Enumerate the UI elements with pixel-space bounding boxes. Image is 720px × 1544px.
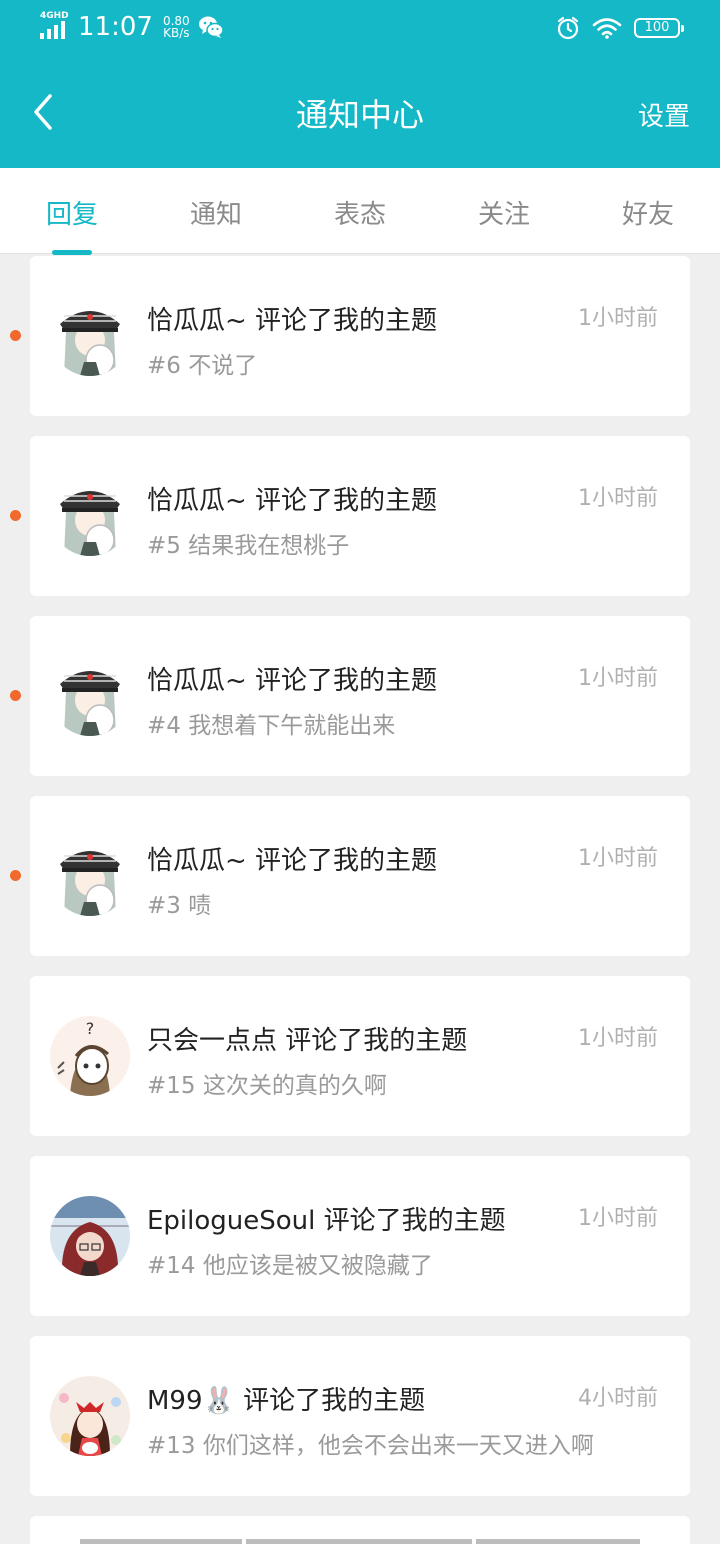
- avatar-anime-cap-icon: [50, 296, 130, 376]
- tab-notice[interactable]: 通知: [156, 194, 276, 231]
- avatar-shrine-girl-icon: [50, 1376, 130, 1456]
- item-subtitle: #6 不说了: [147, 353, 258, 379]
- item-time: 1小时前: [578, 846, 658, 871]
- app-bar: 通知中心 设置: [0, 60, 720, 168]
- avatar[interactable]: [50, 1196, 130, 1276]
- item-subtitle: #13 你们这样，他会不会出来一天又进入啊: [147, 1433, 594, 1459]
- partial-content: [80, 1539, 640, 1544]
- list-item-partial[interactable]: [30, 1516, 690, 1544]
- item-time: 1小时前: [578, 1206, 658, 1231]
- item-title: 恰瓜瓜~ 评论了我的主题: [147, 306, 438, 336]
- svg-text:?: ?: [86, 1019, 95, 1038]
- item-subtitle: #14 他应该是被又被隐藏了: [147, 1253, 433, 1279]
- clock: 11:07: [78, 12, 153, 42]
- network-type: 4GHD: [40, 11, 69, 21]
- battery-level: 100: [644, 20, 670, 35]
- avatar[interactable]: ?: [50, 1016, 130, 1096]
- avatar-anime-cap-icon: [50, 476, 130, 556]
- item-subtitle: #4 我想着下午就能出来: [147, 713, 396, 739]
- avatar-red-hair-icon: [50, 1196, 130, 1276]
- item-subtitle: #3 啧: [147, 893, 212, 919]
- tab-indicator: [52, 250, 92, 255]
- list-item[interactable]: 恰瓜瓜~ 评论了我的主题 #6 不说了 1小时前: [30, 256, 690, 416]
- page-title: 通知中心: [295, 96, 424, 134]
- avatar[interactable]: [50, 476, 130, 556]
- tab-follow[interactable]: 关注: [444, 194, 564, 231]
- avatar[interactable]: [50, 296, 130, 376]
- battery-icon: 100: [634, 18, 684, 38]
- list-item[interactable]: EpilogueSoul 评论了我的主题 #14 他应该是被又被隐藏了 1小时前: [30, 1156, 690, 1316]
- status-left: 4GHD 11:07 0.80 KB/s: [40, 11, 224, 42]
- list-item[interactable]: ? 只会一点点 评论了我的主题 #15 这次关的真的久啊 1小时前: [30, 976, 690, 1136]
- avatar-question-sketch-icon: ?: [50, 1016, 130, 1096]
- unread-dot: [10, 330, 21, 341]
- avatar[interactable]: [50, 656, 130, 736]
- item-time: 1小时前: [578, 1026, 658, 1051]
- list-item[interactable]: 恰瓜瓜~ 评论了我的主题 #4 我想着下午就能出来 1小时前: [30, 616, 690, 776]
- avatar[interactable]: [50, 836, 130, 916]
- list-item[interactable]: 恰瓜瓜~ 评论了我的主题 #5 结果我在想桃子 1小时前: [30, 436, 690, 596]
- item-title: 恰瓜瓜~ 评论了我的主题: [147, 846, 438, 876]
- avatar[interactable]: [50, 1376, 130, 1456]
- signal-icon: 4GHD: [40, 11, 74, 41]
- item-title: M99🐰 评论了我的主题: [147, 1386, 426, 1416]
- item-title: 只会一点点 评论了我的主题: [147, 1026, 468, 1056]
- settings-button[interactable]: 设置: [638, 96, 690, 133]
- list-item[interactable]: 恰瓜瓜~ 评论了我的主题 #3 啧 1小时前: [30, 796, 690, 956]
- item-title: 恰瓜瓜~ 评论了我的主题: [147, 666, 438, 696]
- item-subtitle: #15 这次关的真的久啊: [147, 1073, 387, 1099]
- item-title: 恰瓜瓜~ 评论了我的主题: [147, 486, 438, 516]
- avatar-anime-cap-icon: [50, 656, 130, 736]
- item-time: 4小时前: [578, 1386, 658, 1411]
- item-subtitle: #5 结果我在想桃子: [147, 533, 350, 559]
- wechat-icon: [198, 16, 224, 38]
- item-title: EpilogueSoul 评论了我的主题: [147, 1206, 506, 1236]
- tab-bar: 回复 通知 表态 关注 好友: [0, 168, 720, 255]
- wifi-icon: [592, 18, 622, 39]
- list-item[interactable]: M99🐰 评论了我的主题 #13 你们这样，他会不会出来一天又进入啊 4小时前: [30, 1336, 690, 1496]
- unread-dot: [10, 870, 21, 881]
- avatar-anime-cap-icon: [50, 836, 130, 916]
- item-time: 1小时前: [578, 306, 658, 331]
- status-right: 100: [556, 16, 684, 40]
- tab-reaction[interactable]: 表态: [300, 194, 420, 231]
- item-time: 1小时前: [578, 486, 658, 511]
- network-speed: 0.80 KB/s: [163, 15, 190, 39]
- speed-unit: KB/s: [163, 26, 190, 40]
- status-bar: 4GHD 11:07 0.80 KB/s 100: [0, 0, 720, 60]
- unread-dot: [10, 690, 21, 701]
- alarm-icon: [557, 16, 579, 40]
- tab-friends[interactable]: 好友: [588, 194, 708, 231]
- unread-dot: [10, 510, 21, 521]
- item-time: 1小时前: [578, 666, 658, 691]
- tab-reply[interactable]: 回复: [12, 194, 132, 231]
